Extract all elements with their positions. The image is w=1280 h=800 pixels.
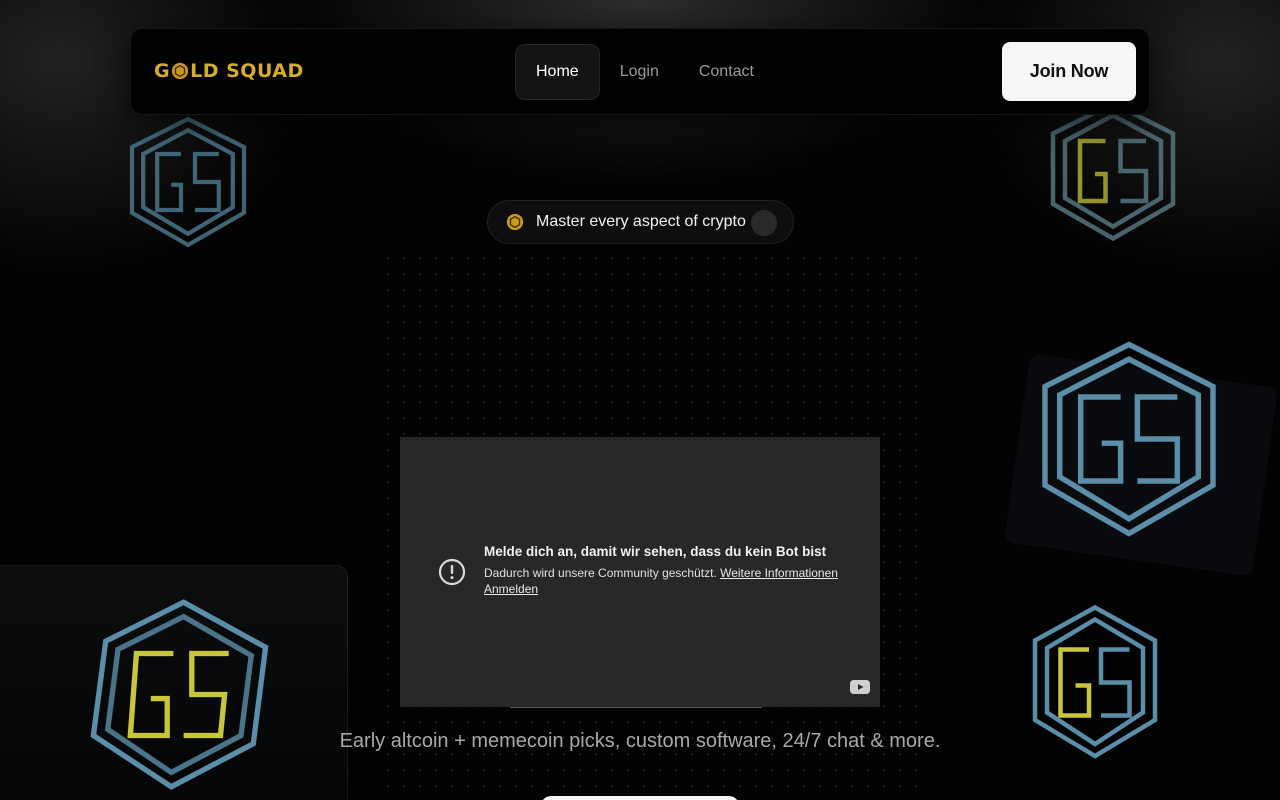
navbar: G LD SQUAD Home Login Contact Join Now <box>130 28 1150 115</box>
video-description-text: Dadurch wird unsere Community geschützt. <box>484 566 717 580</box>
video-progress-bar <box>510 707 762 708</box>
video-embed[interactable]: Melde dich an, damit wir sehen, dass du … <box>400 437 880 708</box>
hero-pill[interactable]: Master every aspect of crypto <box>487 200 794 244</box>
cta-button-partial[interactable] <box>541 796 739 800</box>
nav-links: Home Login Contact <box>515 44 774 100</box>
coin-icon <box>506 213 524 231</box>
nav-home[interactable]: Home <box>515 44 600 100</box>
gs-logo-icon <box>129 116 247 248</box>
gs-logo-icon <box>90 599 269 790</box>
nav-contact[interactable]: Contact <box>679 44 774 100</box>
signin-link[interactable]: Anmelden <box>484 582 538 596</box>
brand-logo[interactable]: G LD SQUAD <box>154 59 304 83</box>
gs-logo-icon <box>1042 341 1216 537</box>
video-signin-description: Dadurch wird unsere Community geschützt.… <box>484 566 838 580</box>
nav-login[interactable]: Login <box>600 44 679 100</box>
hero-tagline: Early altcoin + memecoin picks, custom s… <box>339 730 941 752</box>
gs-logo-icon <box>1050 100 1176 242</box>
coin-icon <box>172 62 189 80</box>
join-now-button[interactable]: Join Now <box>1002 42 1136 101</box>
learn-more-link[interactable]: Weitere Informationen <box>720 566 838 580</box>
pill-toggle-icon[interactable] <box>751 210 777 236</box>
youtube-icon[interactable] <box>850 680 870 694</box>
alert-circle-icon <box>438 558 466 586</box>
page: G LD SQUAD Home Login Contact Join Now M… <box>0 0 1280 800</box>
logo-text-start: G <box>154 60 171 82</box>
hero-pill-text: Master every aspect of crypto <box>536 213 746 230</box>
video-signin-title: Melde dich an, damit wir sehen, dass du … <box>484 544 827 559</box>
logo-text-end: LD SQUAD <box>190 60 304 82</box>
